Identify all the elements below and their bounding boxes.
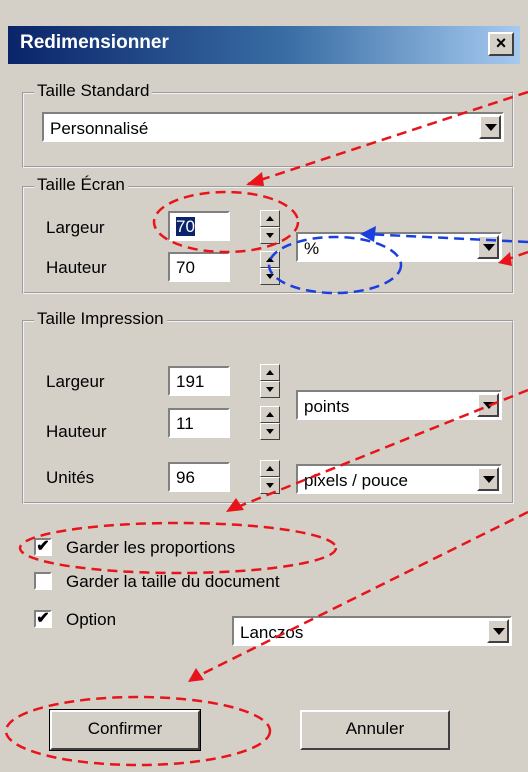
screen-height-input[interactable]: 70 — [168, 252, 230, 282]
chevron-down-icon[interactable] — [477, 393, 499, 417]
chevron-down-icon[interactable] — [477, 235, 499, 259]
chevron-down-icon[interactable] — [487, 619, 509, 643]
screen-width-label: Largeur — [46, 218, 105, 237]
print-height-label: Hauteur — [46, 422, 107, 441]
arrow-line-4 — [189, 510, 528, 682]
close-button[interactable]: × — [488, 32, 514, 56]
option-label: Option — [66, 610, 117, 629]
print-width-label: Largeur — [46, 372, 105, 391]
print-units-label: Unités — [46, 468, 95, 487]
screen-width-value: 70 — [176, 217, 195, 236]
arrow-head-1 — [246, 172, 264, 186]
print-height-input[interactable]: 11 — [168, 408, 230, 438]
standard-size-value: Personnalisé — [50, 119, 149, 138]
screen-unit-select[interactable]: % — [296, 232, 502, 262]
screen-size-legend: Taille Écran — [34, 175, 128, 195]
print-resolution-unit-select[interactable]: pixels / pouce — [296, 464, 502, 494]
chevron-down-icon[interactable] — [479, 115, 501, 139]
cancel-button[interactable]: Annuler — [300, 710, 450, 750]
screen-width-stepper[interactable] — [260, 210, 280, 244]
dialog-title: Redimensionner — [20, 32, 169, 53]
resample-filter-select[interactable]: Lanczos — [232, 616, 512, 646]
keep-doc-size-checkbox[interactable] — [34, 572, 52, 590]
standard-size-legend: Taille Standard — [34, 81, 153, 101]
print-width-stepper[interactable] — [260, 364, 280, 398]
confirm-button[interactable]: Confirmer — [49, 709, 201, 751]
screen-height-label: Hauteur — [46, 258, 107, 277]
resize-dialog: Redimensionner × Taille Standard Personn… — [0, 0, 528, 772]
print-size-legend: Taille Impression — [34, 309, 167, 329]
print-units-stepper[interactable] — [260, 460, 280, 494]
chevron-down-icon[interactable] — [477, 467, 499, 491]
print-width-input[interactable]: 191 — [168, 366, 230, 396]
keep-doc-size-label: Garder la taille du document — [66, 572, 280, 591]
print-units-input[interactable]: 96 — [168, 462, 230, 492]
standard-size-select[interactable]: Personnalisé — [42, 112, 504, 142]
screen-height-stepper[interactable] — [260, 251, 280, 285]
print-size-unit-select[interactable]: points — [296, 390, 502, 420]
print-height-stepper[interactable] — [260, 406, 280, 440]
keep-proportions-label: Garder les proportions — [66, 538, 236, 557]
keep-proportions-checkbox[interactable]: ✔ — [34, 538, 52, 556]
title-bar[interactable]: Redimensionner × — [8, 26, 520, 64]
screen-width-input[interactable]: 70 — [168, 211, 230, 241]
arrow-head-4 — [188, 668, 204, 682]
option-checkbox[interactable]: ✔ — [34, 610, 52, 628]
